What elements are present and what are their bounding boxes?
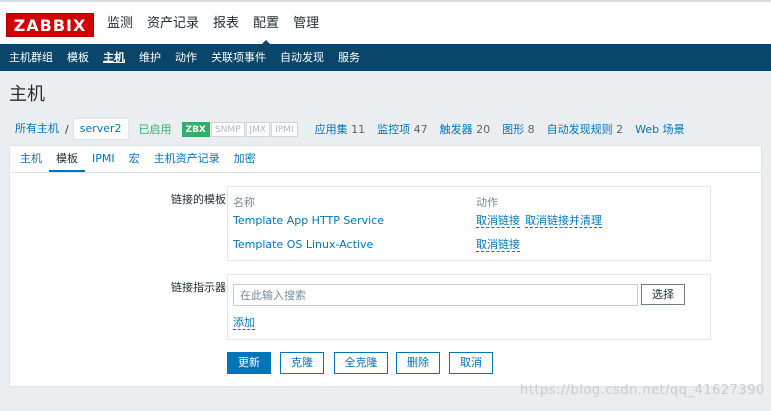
clone-button[interactable]: 克隆 <box>280 352 324 374</box>
breadcrumb-all-hosts[interactable]: 所有主机 <box>9 118 63 140</box>
add-link-button[interactable]: 添加 <box>233 316 255 330</box>
link-indicator-box: 选择 添加 <box>227 274 711 340</box>
triggers-label: 触发器 <box>439 123 473 136</box>
discovery-rules-label: 自动发现规则 <box>546 123 613 136</box>
items-label: 监控项 <box>377 123 411 136</box>
breadcrumb-triggers[interactable]: 触发器 20 <box>434 121 497 137</box>
main-menu-administration[interactable]: 管理 <box>286 2 326 46</box>
status-badge[interactable]: 已启用 <box>129 121 182 137</box>
sub-menu-correlation[interactable]: 关联项事件 <box>204 44 273 71</box>
template-link-os-linux[interactable]: Template OS Linux-Active <box>233 238 373 251</box>
breadcrumb-current-host[interactable]: server2 <box>72 118 129 140</box>
graphs-count: 8 <box>527 123 535 136</box>
tab-templates[interactable]: 模板 <box>49 146 85 172</box>
main-menu-inventory[interactable]: 资产记录 <box>140 2 206 46</box>
unlink-button[interactable]: 取消链接 <box>476 214 520 228</box>
main-menu-reports[interactable]: 报表 <box>206 2 246 46</box>
tab-macros[interactable]: 宏 <box>122 146 147 172</box>
host-form-panel: 主机 模板 IPMI 宏 主机资产记录 加密 链接的模板 名称 动作 Templ… <box>9 145 762 387</box>
triggers-count: 20 <box>476 123 491 136</box>
column-name-header: 名称 <box>233 196 255 209</box>
items-count: 47 <box>413 123 428 136</box>
discovery-rules-count: 2 <box>616 123 624 136</box>
breadcrumb-applications[interactable]: 应用集 11 <box>309 121 372 137</box>
sub-menu-maintenance[interactable]: 维护 <box>132 44 168 71</box>
sub-menu-actions[interactable]: 动作 <box>168 44 204 71</box>
full-clone-button[interactable]: 全克隆 <box>334 352 388 374</box>
tab-encryption[interactable]: 加密 <box>227 146 263 172</box>
sub-menu: 主机群组 模板 主机 维护 动作 关联项事件 自动发现 服务 <box>0 44 771 71</box>
availability-zbx: ZBX <box>181 121 210 137</box>
unlink-and-clear-button[interactable]: 取消链接并清理 <box>525 214 602 228</box>
update-button[interactable]: 更新 <box>227 352 271 374</box>
template-search-input[interactable] <box>233 284 638 306</box>
sub-menu-host-groups[interactable]: 主机群组 <box>2 44 60 71</box>
top-bar: ZABBIX 监测 资产记录 报表 配置 管理 <box>0 0 771 46</box>
sub-menu-hosts[interactable]: 主机 <box>96 44 132 71</box>
breadcrumb-items[interactable]: 监控项 47 <box>371 121 434 137</box>
breadcrumb-discovery-rules[interactable]: 自动发现规则 2 <box>541 121 630 137</box>
column-action-header: 动作 <box>476 196 498 209</box>
sub-menu-templates[interactable]: 模板 <box>60 44 96 71</box>
breadcrumb-separator: / <box>65 122 69 136</box>
zabbix-logo[interactable]: ZABBIX <box>6 13 94 37</box>
applications-label: 应用集 <box>314 123 348 136</box>
graphs-label: 图形 <box>502 123 525 136</box>
page-title: 主机 <box>9 84 45 105</box>
breadcrumb-web-scenarios[interactable]: Web 场景 <box>629 121 690 137</box>
linked-templates-label: 链接的模板 <box>171 193 226 206</box>
delete-button[interactable]: 删除 <box>396 352 440 374</box>
linked-templates-table: 名称 动作 Template App HTTP Service 取消链接 取消链… <box>227 186 711 261</box>
sub-menu-discovery[interactable]: 自动发现 <box>273 44 331 71</box>
availability-snmp: SNMP <box>210 121 245 137</box>
unlink-button[interactable]: 取消链接 <box>476 238 520 252</box>
tab-host[interactable]: 主机 <box>13 146 49 172</box>
web-scenarios-label: Web 场景 <box>635 123 685 136</box>
form-tabs: 主机 模板 IPMI 宏 主机资产记录 加密 <box>10 146 761 173</box>
availability-indicators: ZBX SNMP JMX IPMI <box>181 121 299 137</box>
tab-inventory[interactable]: 主机资产记录 <box>147 146 227 172</box>
breadcrumb-graphs[interactable]: 图形 8 <box>496 121 541 137</box>
watermark: https://blog.csdn.net/qq_41627390 <box>520 383 765 398</box>
cancel-button[interactable]: 取消 <box>449 352 493 374</box>
tab-ipmi[interactable]: IPMI <box>85 146 122 172</box>
select-button[interactable]: 选择 <box>641 284 685 305</box>
template-link-http-service[interactable]: Template App HTTP Service <box>233 214 384 227</box>
availability-ipmi: IPMI <box>271 121 298 137</box>
link-indicator-label: 链接指示器 <box>171 281 226 294</box>
sub-menu-services[interactable]: 服务 <box>331 44 367 71</box>
main-menu: 监测 资产记录 报表 配置 管理 <box>100 2 326 46</box>
availability-jmx: JMX <box>245 121 271 137</box>
breadcrumb: 所有主机 / server2 已启用 ZBX SNMP JMX IPMI 应用集… <box>9 118 691 140</box>
main-menu-configuration[interactable]: 配置 <box>246 2 286 46</box>
main-menu-monitoring[interactable]: 监测 <box>100 2 140 46</box>
applications-count: 11 <box>351 123 366 136</box>
